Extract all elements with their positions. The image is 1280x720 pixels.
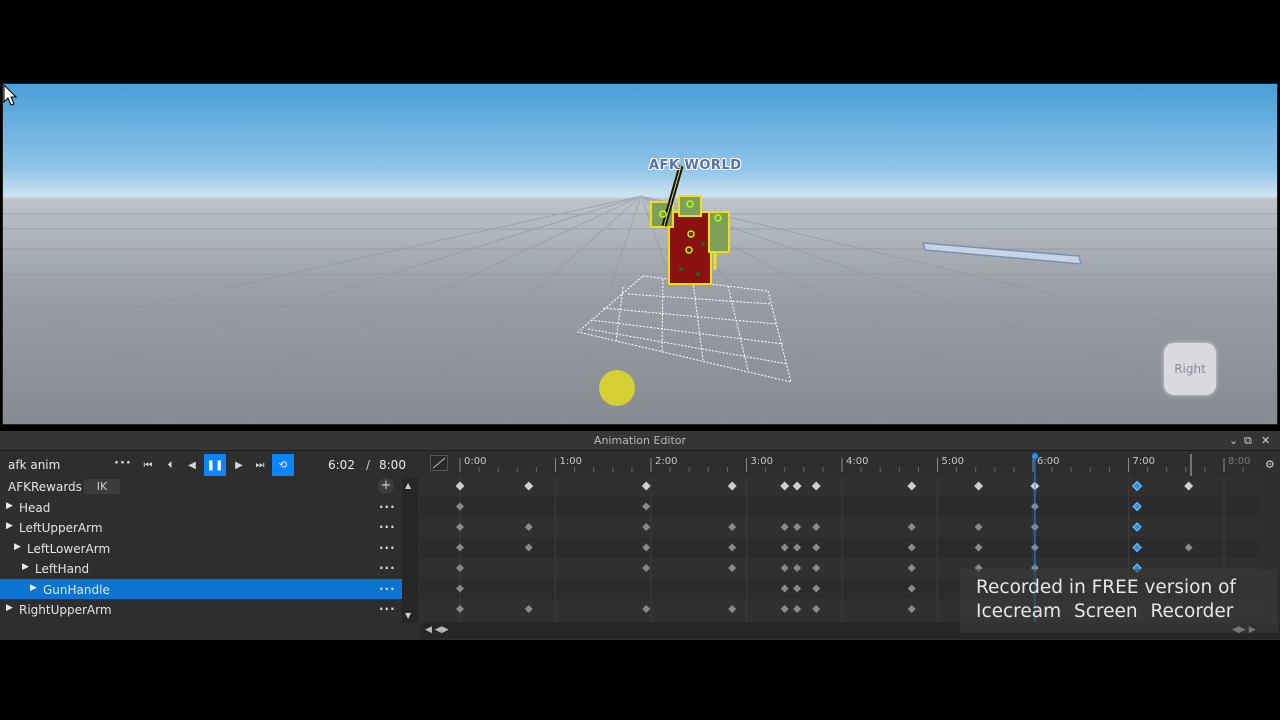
ruler-tick-label: 2:00 [655,456,678,467]
track-label: LeftHand [35,562,90,576]
watermark-line-1: Recorded in FREE version of [976,577,1236,598]
add-track-icon[interactable]: + [378,478,394,494]
loop-icon[interactable]: ⟲ [272,454,294,476]
expand-arrow-icon[interactable]: ▶ [30,583,37,593]
watermark-line-2: Icecream Screen Recorder [976,601,1234,622]
expand-arrow-icon[interactable]: ▶ [6,521,13,531]
3d-viewport[interactable]: AFK WORLD Right [2,83,1278,425]
end-time-field[interactable]: 8:00 [379,458,406,472]
ruler-tick-label: 6:00 [1037,456,1060,467]
scene-graphics [3,165,1277,424]
track-row[interactable]: ▶ Head ··· [0,497,402,518]
track-row[interactable]: ▶ RightUpperArm ··· [0,599,402,620]
timeline-settings-icon[interactable]: ⚙ [1265,458,1275,471]
track-label: Head [19,500,51,515]
curve-editor-icon[interactable] [430,455,448,471]
play-icon[interactable]: ▶ [228,454,250,476]
close-icon[interactable]: ✕ [1261,434,1270,447]
track-menu-icon[interactable]: ··· [379,582,396,596]
billboard-label: AFK WORLD [649,158,742,173]
scroll-left-icon[interactable]: ◀ ◀▶ [425,625,449,635]
current-time-field[interactable]: 6:02 [328,458,355,472]
undock-icon[interactable]: ⧉ [1244,434,1252,448]
screen: AFK WORLD Right Animation Editor ⌄ ⧉ ✕ a… [0,0,1280,720]
rig-name: AFKRewards [8,480,82,494]
track-menu-icon[interactable]: ··· [379,541,396,555]
ik-button[interactable]: IK [84,479,120,494]
editor-title-bar: Animation Editor ⌄ ⧉ ✕ [0,431,1280,451]
expand-arrow-icon[interactable]: ▶ [6,603,13,613]
character-rig [650,165,730,285]
ruler-tick-label: 8:00 [1228,456,1251,467]
ruler-tick-label: 5:00 [941,456,964,467]
ruler-tick-label: 7:00 [1132,456,1155,467]
track-label: LeftUpperArm [19,521,103,535]
expand-arrow-icon[interactable]: ▶ [22,562,29,572]
play-reverse-icon[interactable]: ◀ [181,454,203,476]
track-menu-icon[interactable]: ··· [379,561,396,575]
animation-menu-icon[interactable]: ··· [114,457,132,470]
view-cube[interactable]: Right [1164,343,1216,395]
skip-to-end-icon[interactable]: ⏭ [249,454,271,476]
tracks-header: AFKRewards IK + [0,476,402,497]
track-label: LeftLowerArm [27,541,111,556]
mouse-cursor-icon [3,84,17,106]
track-label: GunHandle [43,582,110,597]
recorder-watermark: Recorded in FREE version of Icecream Scr… [960,569,1278,633]
track-label: RightUpperArm [19,603,112,617]
scroll-down-icon[interactable]: ▼ [405,611,411,620]
scroll-up-icon[interactable]: ▲ [405,481,411,490]
skip-to-start-icon[interactable]: ⏮ [137,454,159,476]
pause-icon[interactable]: ❚❚ [204,454,226,476]
track-scrollbar[interactable]: ▲ ▼ [402,477,418,623]
track-row[interactable]: ▶ LeftUpperArm ··· [0,517,402,538]
track-menu-icon[interactable]: ··· [379,602,396,616]
animation-name[interactable]: afk anim [8,458,60,472]
playback-toolbar: afk anim ··· ⏮ ⏴ ◀ ❚❚ ▶ ⏭ ⟲ 6:02 / 8:00 [0,452,406,476]
ruler-tick-label: 1:00 [559,456,582,467]
time-separator: / [366,458,371,472]
track-menu-icon[interactable]: ··· [379,520,396,534]
track-row[interactable]: ▶ LeftHand ··· [0,558,402,579]
track-row[interactable]: ▶ GunHandle ··· [0,578,402,599]
expand-arrow-icon[interactable]: ▶ [14,542,21,552]
collapse-icon[interactable]: ⌄ [1229,434,1238,447]
ruler-tick-label: 4:00 [846,456,869,467]
ruler-tick-label: 3:00 [750,456,773,467]
view-cube-label: Right [1174,362,1206,376]
track-menu-icon[interactable]: ··· [379,500,396,514]
editor-title: Animation Editor [593,434,687,447]
track-list-panel: afk anim ··· ⏮ ⏴ ◀ ❚❚ ▶ ⏭ ⟲ 6:02 / 8:00 … [0,452,406,640]
ruler-tick-label: 0:00 [464,456,487,467]
expand-arrow-icon[interactable]: ▶ [6,501,13,511]
previous-keyframe-icon[interactable]: ⏴ [159,454,181,476]
track-row[interactable]: ▶ LeftLowerArm ··· [0,538,402,559]
